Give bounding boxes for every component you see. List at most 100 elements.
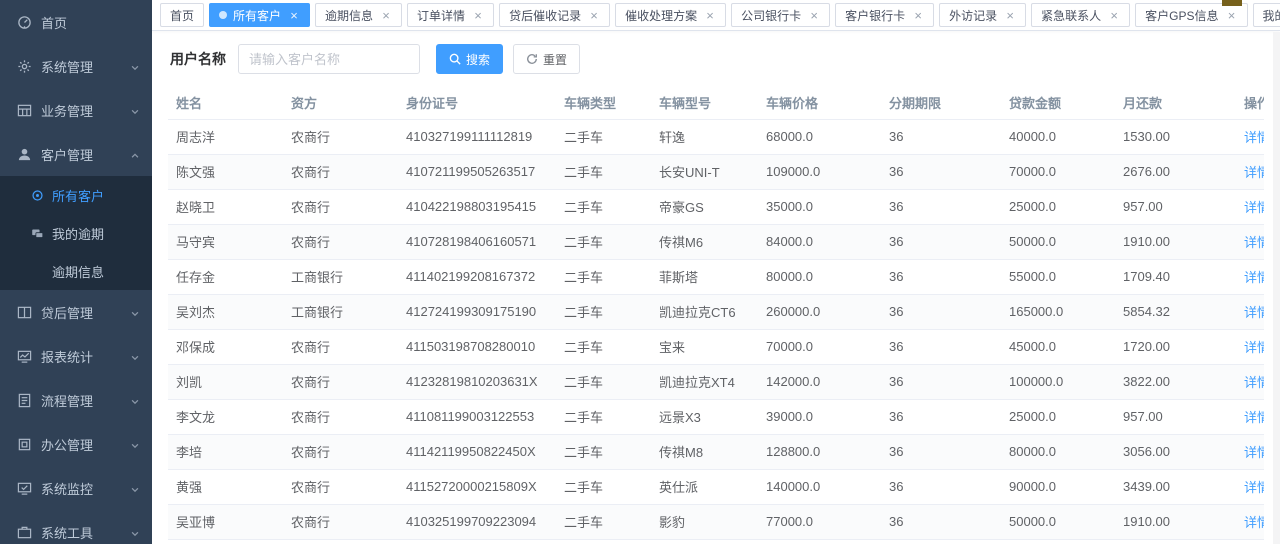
tab-close-icon[interactable]: ×: [704, 9, 716, 22]
sidebar-item-4[interactable]: 贷后管理: [0, 290, 152, 334]
vertical-scrollbar[interactable]: [1273, 32, 1280, 544]
detail-link[interactable]: 详情: [1244, 515, 1264, 530]
tab-label: 我的待办: [1263, 7, 1280, 24]
cell-月还款: 1910.00: [1115, 224, 1236, 259]
cell-分期期限: 36: [881, 504, 1001, 539]
table-row: 马守宾农商行410728198406160571二手车传祺M684000.036…: [168, 224, 1264, 259]
cell-车辆型号: 长安UNI-T: [651, 154, 758, 189]
cell-车辆价格: 35000.0: [758, 189, 881, 224]
sidebar-item-2[interactable]: 业务管理: [0, 88, 152, 132]
tab-close-icon[interactable]: ×: [472, 9, 484, 22]
tab-1[interactable]: 所有客户×: [209, 3, 310, 27]
cell-资方: 农商行: [283, 224, 398, 259]
cell-月还款: 2676.00: [1115, 154, 1236, 189]
sidebar-item-7[interactable]: 办公管理: [0, 422, 152, 466]
sidebar-subitem-2[interactable]: 逾期信息: [0, 252, 152, 290]
tools-icon: [17, 525, 32, 540]
cell-资方: 农商行: [283, 399, 398, 434]
tab-2[interactable]: 逾期信息×: [315, 3, 402, 27]
tab-close-icon[interactable]: ×: [380, 9, 392, 22]
search-form: 用户名称 搜索 重置: [152, 31, 1280, 86]
sidebar-subitem-label: 我的逾期: [52, 224, 104, 243]
cell-资方: 农商行: [283, 504, 398, 539]
cell-身份证号: 41232819810203631X: [398, 364, 556, 399]
sidebar-item-5[interactable]: 报表统计: [0, 334, 152, 378]
detail-link[interactable]: 详情: [1244, 410, 1264, 425]
sidebar-subitem-label: 逾期信息: [52, 262, 104, 281]
cell-车辆型号: 轩逸: [651, 539, 758, 544]
cell-车辆型号: 宝来: [651, 329, 758, 364]
tab-7[interactable]: 客户银行卡×: [835, 3, 934, 27]
cell-资方: 农商行: [283, 434, 398, 469]
chart-icon: [17, 349, 32, 364]
monitor-icon: [17, 481, 32, 496]
cell-身份证号: 410422198803195415: [398, 189, 556, 224]
cell-身份证号: 410325199709223094: [398, 504, 556, 539]
detail-link[interactable]: 详情: [1244, 445, 1264, 460]
sidebar-item-3[interactable]: 客户管理: [0, 132, 152, 176]
customer-name-input[interactable]: [238, 44, 420, 74]
detail-link[interactable]: 详情: [1244, 270, 1264, 285]
cell-action: 详情: [1236, 294, 1264, 329]
detail-link[interactable]: 详情: [1244, 375, 1264, 390]
sidebar-item-6[interactable]: 流程管理: [0, 378, 152, 422]
tab-label: 客户GPS信息: [1145, 7, 1218, 24]
tab-4[interactable]: 贷后催收记录×: [499, 3, 610, 27]
sidebar-item-1[interactable]: 系统管理: [0, 44, 152, 88]
sidebar-item-8[interactable]: 系统监控: [0, 466, 152, 510]
detail-link[interactable]: 详情: [1244, 165, 1264, 180]
cell-action: 详情: [1236, 259, 1264, 294]
search-button[interactable]: 搜索: [436, 44, 503, 74]
table-row: 黄强农商行41152720000215809X二手车英仕派140000.0369…: [168, 469, 1264, 504]
detail-link[interactable]: 详情: [1244, 130, 1264, 145]
cell-贷款金额: 55000.0: [1001, 259, 1115, 294]
tab-label: 紧急联系人: [1041, 7, 1101, 24]
tab-label: 首页: [170, 7, 194, 24]
tab-9[interactable]: 紧急联系人 ×: [1031, 3, 1130, 27]
tab-0[interactable]: 首页: [160, 3, 204, 27]
cell-贷款金额: 50000.0: [1001, 504, 1115, 539]
cell-action: 详情: [1236, 364, 1264, 399]
chevron-down-icon: [130, 105, 140, 115]
tab-close-icon[interactable]: ×: [588, 9, 600, 22]
cell-分期期限: 36: [881, 364, 1001, 399]
cell-分期期限: 36: [881, 154, 1001, 189]
tab-close-icon[interactable]: ×: [288, 9, 300, 22]
sidebar-item-label: 贷后管理: [41, 303, 130, 322]
cell-贷款金额: 25000.0: [1001, 189, 1115, 224]
detail-link[interactable]: 详情: [1244, 235, 1264, 250]
tab-11[interactable]: 我的待办×: [1253, 3, 1280, 27]
tab-label: 订单详情: [417, 7, 465, 24]
cell-贷款金额: 165000.0: [1001, 294, 1115, 329]
sidebar-item-9[interactable]: 系统工具: [0, 510, 152, 544]
cell-车辆类型: 二手车: [556, 329, 651, 364]
active-tab-dot-icon: [219, 11, 227, 19]
table-body: 周志洋农商行410327199111112819二手车轩逸68000.03640…: [168, 119, 1264, 544]
tab-close-icon[interactable]: ×: [912, 9, 924, 22]
tab-close-icon[interactable]: ×: [1004, 9, 1016, 22]
tab-close-icon[interactable]: ×: [1108, 9, 1120, 22]
cell-贷款金额: [1001, 539, 1115, 544]
tab-8[interactable]: 外访记录×: [939, 3, 1026, 27]
tab-3[interactable]: 订单详情 ×: [407, 3, 494, 27]
column-header-4: 车辆型号: [651, 86, 758, 119]
tab-close-icon[interactable]: ×: [808, 9, 820, 22]
detail-link[interactable]: 详情: [1244, 340, 1264, 355]
tab-6[interactable]: 公司银行卡×: [731, 3, 830, 27]
cell-身份证号: 41152720000215809X: [398, 469, 556, 504]
sidebar-subitem-0[interactable]: 所有客户: [0, 176, 152, 214]
sidebar-subitem-1[interactable]: 我的逾期: [0, 214, 152, 252]
cell-贷款金额: 40000.0: [1001, 119, 1115, 154]
cell-车辆类型: 二手车: [556, 224, 651, 259]
detail-link[interactable]: 详情: [1244, 200, 1264, 215]
cell-身份证号: 412724199309175190: [398, 294, 556, 329]
tab-10[interactable]: 客户GPS信息 ×: [1135, 3, 1247, 27]
detail-link[interactable]: 详情: [1244, 480, 1264, 495]
reset-button[interactable]: 重置: [513, 44, 580, 74]
cell-车辆型号: 英仕派: [651, 469, 758, 504]
tab-5[interactable]: 催收处理方案×: [615, 3, 726, 27]
detail-link[interactable]: 详情: [1244, 305, 1264, 320]
sidebar-item-0[interactable]: 首页: [0, 0, 152, 44]
sidebar-subitem-label: 所有客户: [52, 186, 104, 205]
tab-close-icon[interactable]: ×: [1226, 9, 1238, 22]
